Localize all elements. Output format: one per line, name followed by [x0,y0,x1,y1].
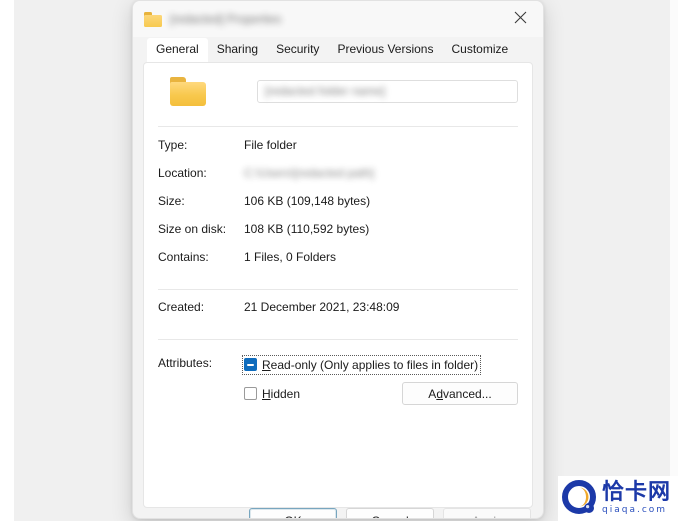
apply-label-text: pply [480,514,502,519]
tab-general[interactable]: General [147,38,208,62]
advanced-button[interactable]: Ad vanced... [402,382,518,405]
hidden-label-text: idden [270,386,301,401]
row-created: Created: 21 December 2021, 23:48:09 [158,300,518,328]
row-size-on-disk-value: 108 KB (110,592 bytes) [244,222,370,236]
divider-middle [158,289,518,290]
readonly-label: Read-only (Only applies to files in fold… [262,358,478,372]
advanced-accel: d [436,386,443,401]
folder-icon-large [170,76,206,106]
folder-icon [144,11,162,27]
readonly-focus-ring: Read-only (Only applies to files in fold… [241,354,482,375]
watermark-text-cn: 恰卡网 [602,480,672,505]
row-contains-value: 1 Files, 0 Folders [244,250,337,264]
apply-button[interactable]: Apply [443,508,531,519]
folder-name-input[interactable]: [redacted folder name] [257,79,518,103]
attributes-label: Attributes: [158,356,213,370]
ok-button[interactable]: OK [249,508,337,518]
watermark-logo-icon [562,479,600,518]
divider-bottom [158,339,518,340]
title-bar: [redacted] Properties [133,1,543,37]
page-right-strip [670,0,678,521]
row-size-on-disk-label: Size on disk: [158,222,227,236]
row-created-value: 21 December 2021, 23:48:09 [244,300,400,314]
folder-name-value: [redacted folder name] [265,84,386,98]
hidden-label: Hidden [262,387,300,401]
row-location-label: Location: [158,166,207,180]
advanced-label-2: vanced... [443,386,492,401]
row-type: Type: File folder [158,138,518,166]
readonly-label-text: ead-only (Only applies to files in folde… [270,357,479,372]
folder-name-row: [redacted folder name] [158,63,518,117]
row-contains: Contains: 1 Files, 0 Folders [158,250,518,278]
row-location: Location: C:\Users\[redacted path] [158,166,518,194]
tab-strip: General Sharing Security Previous Versio… [133,37,543,62]
watermark: 恰卡网 qiaqa.com [558,476,678,521]
row-created-label: Created: [158,300,205,314]
general-tab-panel: [redacted folder name] Type: File folder… [143,62,533,508]
attributes-section: Attributes: Read-only (Only applies to f… [158,354,518,405]
tab-customize[interactable]: Customize [442,38,517,62]
cancel-button[interactable]: Cancel [346,508,434,518]
tab-sharing[interactable]: Sharing [208,38,267,62]
row-location-value: C:\Users\[redacted path] [244,166,375,180]
readonly-row: Read-only (Only applies to files in fold… [241,354,518,375]
advanced-label-1: A [428,386,437,401]
hidden-row: Hidden Ad vanced... [244,382,518,405]
row-size-on-disk: Size on disk: 108 KB (110,592 bytes) [158,222,518,250]
apply-accel: A [472,514,480,519]
row-contains-label: Contains: [158,250,209,264]
hidden-accel: H [262,386,271,401]
dialog-footer: OK Cancel Apply [133,508,543,519]
hidden-checkbox[interactable] [244,387,257,400]
row-size-value: 106 KB (109,148 bytes) [244,194,371,208]
watermark-text-en: qiaqa.com [602,505,668,515]
readonly-checkbox[interactable] [244,358,257,371]
row-size-label: Size: [158,194,185,208]
folder-properties-dialog: [redacted] Properties General Sharing Se… [132,0,544,519]
row-type-label: Type: [158,138,188,152]
window-title: [redacted] Properties [170,12,282,26]
tab-previous-versions[interactable]: Previous Versions [328,38,442,62]
row-size: Size: 106 KB (109,148 bytes) [158,194,518,222]
page-left-strip [0,0,14,521]
close-icon[interactable] [498,1,543,34]
row-type-value: File folder [244,138,297,152]
readonly-accel: R [262,357,271,372]
divider-top [158,126,518,127]
tab-security[interactable]: Security [267,38,328,62]
